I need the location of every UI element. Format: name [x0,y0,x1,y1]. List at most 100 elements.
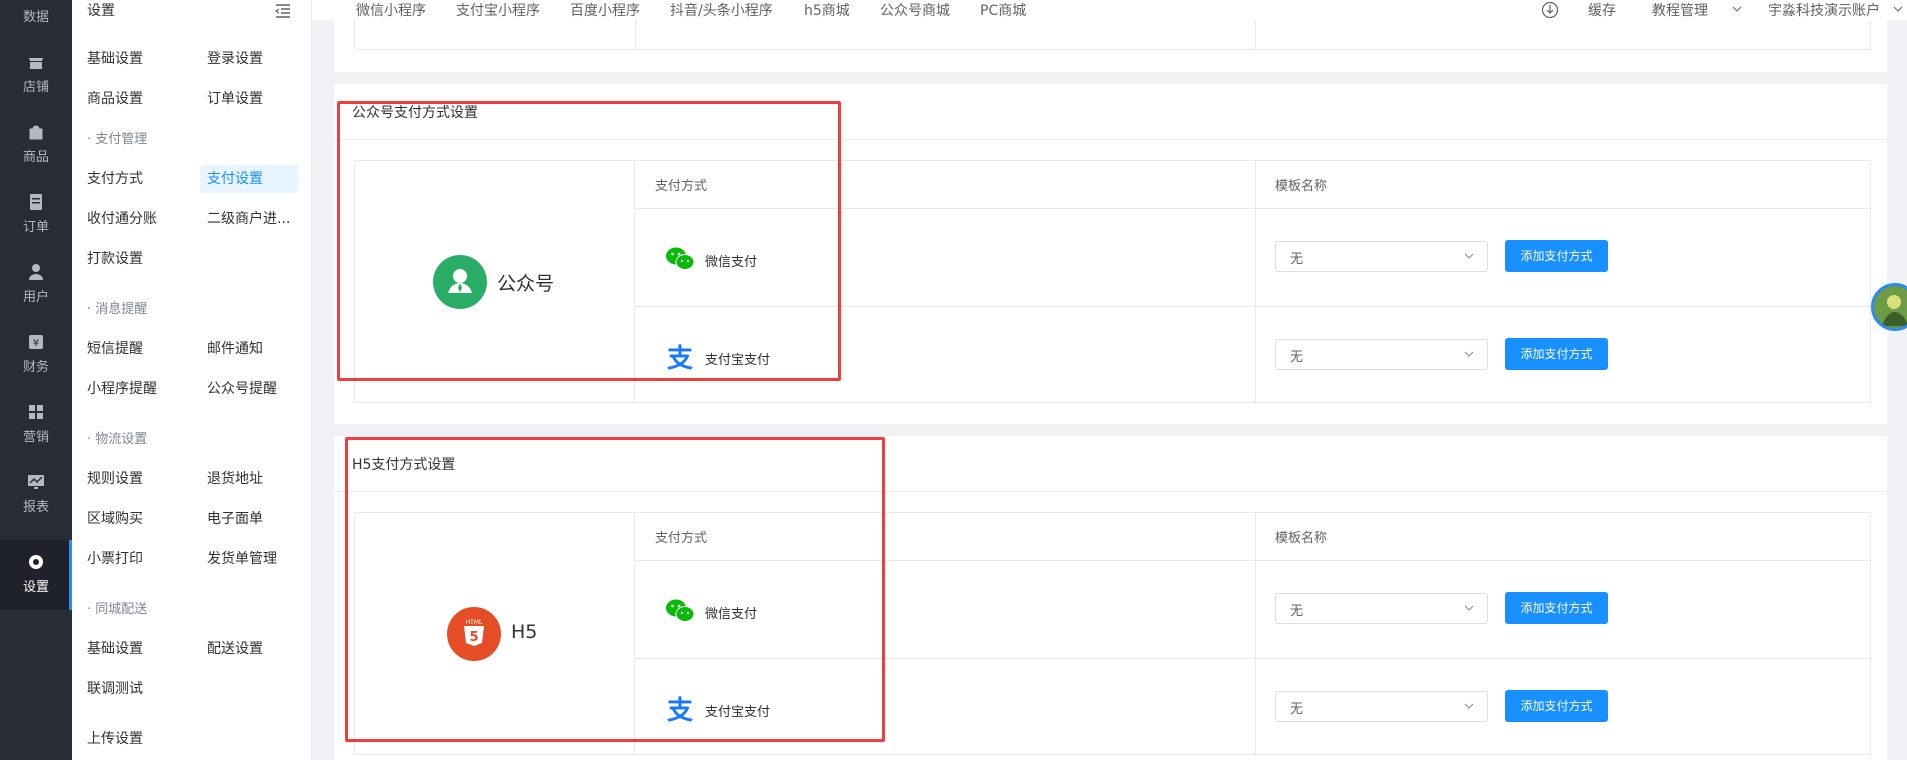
chevron-down-icon [1464,703,1474,709]
menu-pay-method[interactable]: 支付方式 [72,165,143,193]
add-pay-method-button[interactable]: 添加支付方式 [1505,592,1608,624]
template-select[interactable]: 无 [1275,339,1488,370]
template-select[interactable]: 无 [1275,691,1488,722]
template-select[interactable]: 无 [1275,241,1488,272]
add-pay-method-button[interactable]: 添加支付方式 [1505,690,1608,722]
menu-joint-test[interactable]: 联调测试 [72,675,143,703]
col-divider [1255,20,1256,50]
chevron-down-icon [1464,351,1474,357]
menu-region[interactable]: 区域购买 [72,505,143,533]
menu-basic[interactable]: 基础设置 [72,45,143,73]
rail-item-order[interactable]: 订单 [0,180,72,250]
top-nav: 微信小程序 支付宝小程序 百度小程序 抖音/头条小程序 h5商城 公众号商城 P… [312,0,1907,20]
cache-link[interactable]: 缓存 [1588,0,1616,20]
nav-wechat-mini[interactable]: 微信小程序 [356,0,426,20]
select-value: 无 [1290,702,1304,717]
rail-label: 营销 [22,430,49,445]
rail-label: 订单 [22,220,49,235]
nav-mp-mall[interactable]: 公众号商城 [880,0,950,20]
download-icon[interactable] [1541,1,1559,19]
group-logistics: · 物流设置 [87,432,148,447]
rail-label: 报表 [22,500,49,515]
col-divider [635,20,636,50]
menu-delivery[interactable]: 配送设置 [192,635,263,663]
menu-goods[interactable]: 商品设置 [72,85,143,113]
menu-ship-mgmt[interactable]: 发货单管理 [192,545,277,573]
rail-label: 设置 [22,580,49,595]
highlight-box-h5 [345,437,885,742]
menu-mp-remind[interactable]: 公众号提醒 [192,375,277,403]
menu-upload[interactable]: 上传设置 [72,725,143,753]
group-msg: · 消息提醒 [87,302,148,317]
data-icon [26,0,46,2]
rail-item-settings[interactable]: 设置 [0,540,72,610]
menu-sms[interactable]: 短信提醒 [72,335,143,363]
rail-item-marketing[interactable]: 营销 [0,390,72,460]
col-divider [1255,513,1256,756]
settings-submenu: 设置 基础设置 登录设置 商品设置 订单设置 · 支付管理 支付方式 支付设置 … [72,0,312,760]
order-icon [30,194,42,210]
marketing-icon [29,405,43,419]
submenu-title: 设置 [87,3,115,19]
menu-return-addr[interactable]: 退货地址 [192,465,263,493]
user-icon [29,264,43,280]
avatar-image-icon [1874,286,1907,328]
menu-order[interactable]: 订单设置 [192,85,263,113]
menu-pay-settings[interactable]: 支付设置 [200,165,298,193]
menu-login[interactable]: 登录设置 [192,45,263,73]
chevron-down-icon [1893,6,1903,12]
nav-h5-mall[interactable]: h5商城 [804,0,850,20]
highlight-box-mp [337,101,841,381]
col-header-template: 模板名称 [1275,531,1328,546]
settings-icon [29,555,43,569]
report-icon [28,475,44,489]
menu-split[interactable]: 收付通分账 [72,205,157,233]
rail-label: 店铺 [22,80,49,95]
rail-item-store[interactable]: 店铺 [0,40,72,110]
store-icon [29,58,43,69]
nav-alipay-mini[interactable]: 支付宝小程序 [456,0,540,20]
menu-city-basic[interactable]: 基础设置 [72,635,143,663]
menu-mail[interactable]: 邮件通知 [192,335,263,363]
rail-label: 商品 [22,150,49,165]
menu-payout[interactable]: 打款设置 [72,245,143,273]
chevron-down-icon [1732,6,1742,12]
previous-table [354,20,1871,50]
menu-mini-remind[interactable]: 小程序提醒 [72,375,157,403]
previous-card [334,20,1887,72]
tutorial-menu[interactable]: 教程管理 [1652,0,1708,20]
icon-rail: 数据 店铺 商品 订单 用户 ¥ 财务 营销 报表 设置 [0,0,72,760]
menu-e-sheet[interactable]: 电子面单 [192,505,263,533]
goods-icon [29,125,43,140]
group-pay: · 支付管理 [87,132,148,147]
menu-rule[interactable]: 规则设置 [72,465,143,493]
account-menu[interactable]: 宇淼科技演示账户 [1768,0,1880,20]
chevron-down-icon [1464,253,1474,259]
col-divider [1255,161,1256,404]
rail-label: 财务 [22,360,49,375]
col-header-template: 模板名称 [1275,179,1328,194]
select-value: 无 [1290,604,1304,619]
select-value: 无 [1290,252,1304,267]
template-select[interactable]: 无 [1275,593,1488,624]
rail-item-user[interactable]: 用户 [0,250,72,320]
rail-item-report[interactable]: 报表 [0,460,72,530]
group-city: · 同城配送 [87,602,148,617]
collapse-menu-icon[interactable] [274,2,292,20]
rail-label: 数据 [22,10,49,25]
nav-douyin-mini[interactable]: 抖音/头条小程序 [670,0,773,20]
rail-label: 用户 [22,290,49,305]
svg-text:¥: ¥ [33,338,39,349]
nav-pc-mall[interactable]: PC商城 [980,0,1026,20]
menu-receipt[interactable]: 小票打印 [72,545,143,573]
rail-item-finance[interactable]: ¥ 财务 [0,320,72,390]
finance-icon: ¥ [29,335,43,349]
add-pay-method-button[interactable]: 添加支付方式 [1505,240,1608,272]
nav-baidu-mini[interactable]: 百度小程序 [570,0,640,20]
menu-sub-merchant[interactable]: 二级商户进... [192,205,290,233]
add-pay-method-button[interactable]: 添加支付方式 [1505,338,1608,370]
rail-item-goods[interactable]: 商品 [0,110,72,180]
rail-item-data[interactable]: 数据 [0,0,72,40]
chevron-down-icon [1464,605,1474,611]
select-value: 无 [1290,350,1304,365]
